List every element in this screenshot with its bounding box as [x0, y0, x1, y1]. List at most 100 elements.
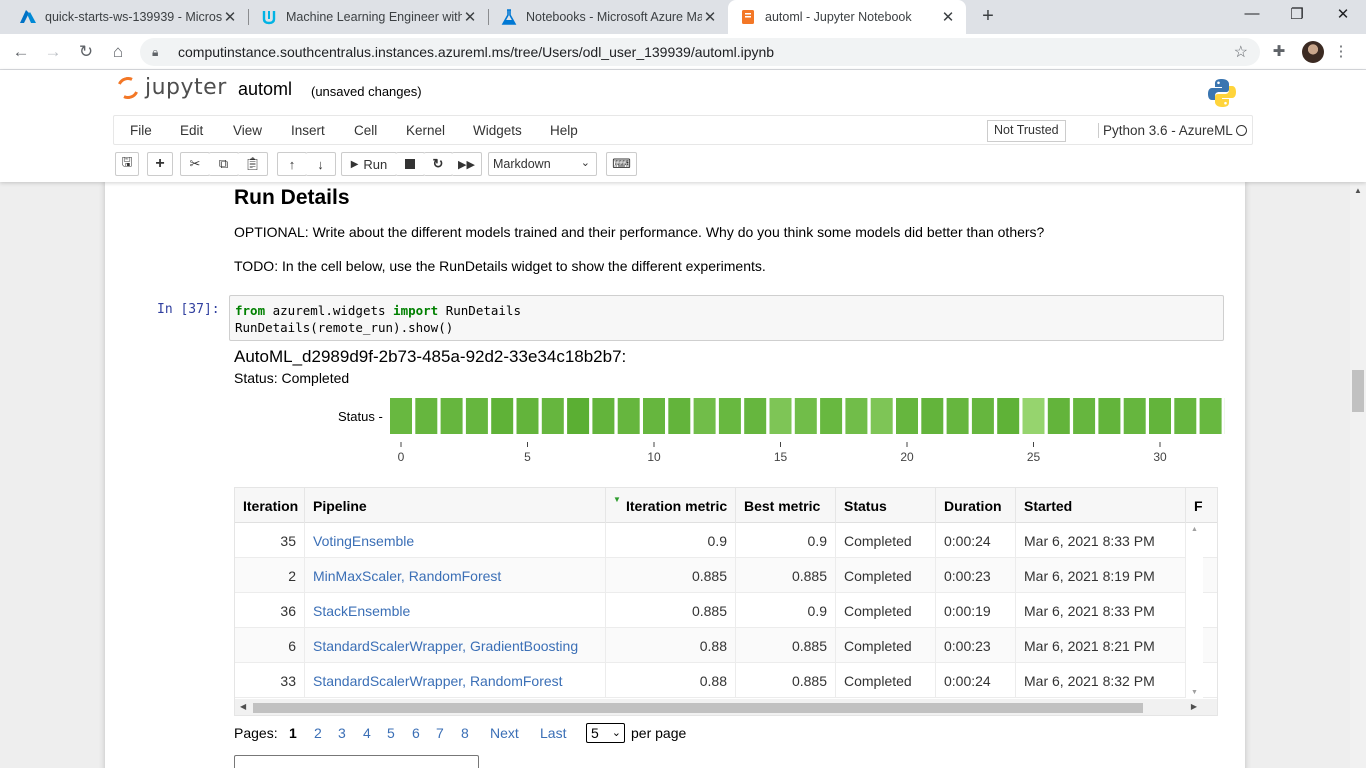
close-icon[interactable]: ✕ — [222, 8, 238, 26]
column-header-truncated[interactable]: F — [1186, 488, 1217, 523]
column-header-duration[interactable]: Duration — [936, 488, 1016, 523]
save-button[interactable]: 🖫︎ — [115, 152, 139, 176]
next-page-link[interactable]: Next — [490, 725, 519, 741]
notebook-name[interactable]: automl — [238, 79, 292, 100]
last-page-link[interactable]: Last — [540, 725, 566, 741]
status-bar[interactable] — [440, 398, 463, 434]
scroll-down-icon[interactable]: ▼ — [1191, 689, 1198, 696]
status-bar[interactable] — [390, 398, 412, 434]
column-header-iteration-metric[interactable]: ▼ Iteration metric — [606, 488, 736, 523]
move-up-button[interactable]: ↑ — [277, 152, 307, 176]
page-link-current[interactable]: 1 — [289, 725, 297, 741]
trust-indicator-button[interactable]: Not Trusted — [987, 120, 1066, 142]
new-tab-button[interactable]: + — [977, 5, 999, 27]
status-bar[interactable] — [971, 398, 994, 434]
table-row[interactable]: 36 StackEnsemble 0.885 0.9 Completed 0:00:19 M… — [235, 593, 1217, 628]
table-row[interactable]: 35 VotingEnsemble 0.9 0.9 Completed 0:00:24 Ma… — [235, 523, 1217, 558]
menu-kernel[interactable]: Kernel — [406, 123, 445, 138]
browser-tab[interactable]: quick-starts-ws-139939 - Microsoft Azure… — [8, 0, 248, 34]
page-link[interactable]: 4 — [363, 725, 371, 741]
column-header-started[interactable]: Started — [1016, 488, 1186, 523]
close-icon[interactable]: ✕ — [702, 8, 718, 26]
menu-insert[interactable]: Insert — [291, 123, 325, 138]
status-bar[interactable] — [769, 398, 792, 434]
cell-pipeline-link[interactable]: StackEnsemble — [305, 593, 606, 628]
menu-widgets[interactable]: Widgets — [473, 123, 522, 138]
close-icon[interactable]: ✕ — [940, 8, 956, 26]
home-icon[interactable]: ⌂ — [107, 41, 129, 63]
page-link[interactable]: 3 — [338, 725, 346, 741]
scrollbar-thumb[interactable] — [1352, 370, 1364, 412]
status-bar[interactable] — [592, 398, 615, 434]
status-bar[interactable] — [744, 398, 767, 434]
interrupt-button[interactable] — [396, 152, 425, 176]
table-row[interactable]: 33 StandardScalerWrapper, RandomForest 0.8… — [235, 663, 1217, 698]
page-link[interactable]: 5 — [387, 725, 395, 741]
column-header-iteration[interactable]: Iteration — [235, 488, 305, 523]
close-icon[interactable]: ✕ — [462, 8, 478, 26]
restart-button[interactable]: ↻ — [424, 152, 453, 176]
page-link[interactable]: 2 — [314, 725, 322, 741]
scrollbar-thumb[interactable] — [253, 703, 1143, 713]
code-cell[interactable]: from azureml.widgets import RunDetails R… — [229, 295, 1224, 341]
status-bar[interactable] — [718, 398, 741, 434]
status-bar[interactable] — [668, 398, 691, 434]
column-header-best-metric[interactable]: Best metric — [736, 488, 836, 523]
kernel-name[interactable]: Python 3.6 - AzureML — [1098, 123, 1233, 138]
status-bar[interactable] — [415, 398, 438, 434]
column-header-status[interactable]: Status — [836, 488, 936, 523]
status-bar[interactable] — [516, 398, 539, 434]
restart-run-all-button[interactable]: ▶▶ — [452, 152, 482, 176]
status-bar[interactable] — [643, 398, 665, 434]
status-bar[interactable] — [1174, 398, 1197, 434]
status-bar[interactable] — [1022, 398, 1045, 434]
copy-button[interactable]: ⧉ — [209, 152, 239, 176]
status-bar[interactable] — [1199, 398, 1222, 434]
status-bar[interactable] — [845, 398, 868, 434]
move-down-button[interactable]: ↓ — [306, 152, 336, 176]
url-field[interactable]: 🔒︎ computinstance.southcentralus.instanc… — [140, 38, 1260, 66]
status-bar[interactable] — [1098, 398, 1121, 434]
command-palette-button[interactable]: ⌨ — [606, 152, 637, 176]
status-bar[interactable] — [491, 398, 514, 434]
page-link[interactable]: 8 — [461, 725, 469, 741]
status-bar[interactable] — [794, 398, 817, 434]
cell-pipeline-link[interactable]: VotingEnsemble — [305, 523, 606, 558]
status-bar[interactable] — [1123, 398, 1146, 434]
status-bar[interactable] — [921, 398, 944, 434]
metric-select[interactable] — [234, 755, 479, 768]
status-bar[interactable] — [693, 398, 716, 434]
menu-view[interactable]: View — [233, 123, 262, 138]
cell-pipeline-link[interactable]: StandardScalerWrapper, RandomForest — [305, 663, 606, 698]
insert-cell-button[interactable]: + — [147, 152, 173, 176]
bookmark-star-icon[interactable]: ☆ — [1234, 42, 1248, 62]
page-vertical-scrollbar[interactable]: ▲ — [1350, 182, 1366, 768]
status-bar[interactable] — [1073, 398, 1096, 434]
cell-pipeline-link[interactable]: StandardScalerWrapper, GradientBoosting — [305, 628, 606, 663]
forward-icon[interactable]: → — [42, 41, 64, 63]
status-bar[interactable] — [870, 398, 893, 434]
run-button[interactable]: ▶ Run — [341, 152, 397, 176]
restore-icon[interactable]: ❐ — [1285, 5, 1309, 27]
menu-file[interactable]: File — [130, 123, 152, 138]
paste-button[interactable]: 📋︎ — [238, 152, 268, 176]
scroll-up-icon[interactable]: ▲ — [1354, 186, 1362, 195]
menu-edit[interactable]: Edit — [180, 123, 203, 138]
cell-type-select[interactable]: Markdown ⌄ — [488, 152, 597, 176]
status-bar[interactable] — [997, 398, 1020, 434]
status-bar[interactable] — [1047, 398, 1070, 434]
browser-tab[interactable]: Notebooks - Microsoft Azure Machine Lear… — [489, 0, 728, 34]
table-row[interactable]: 2 MinMaxScaler, RandomForest 0.885 0.885 Com… — [235, 558, 1217, 593]
cell-pipeline-link[interactable]: MinMaxScaler, RandomForest — [305, 558, 606, 593]
scroll-up-icon[interactable]: ▲ — [1191, 526, 1198, 533]
more-menu-icon[interactable]: ⋮ — [1331, 42, 1351, 62]
avatar[interactable] — [1302, 41, 1324, 63]
table-vertical-scrollbar[interactable]: ▲ ▼ — [1186, 523, 1203, 699]
minimize-icon[interactable]: — — [1240, 5, 1264, 27]
table-row[interactable]: 6 StandardScalerWrapper, GradientBoosting… — [235, 628, 1217, 663]
per-page-select[interactable]: 5 ⌄ — [586, 723, 625, 743]
table-horizontal-scrollbar[interactable]: ◀ ▶ — [235, 699, 1217, 715]
status-bar[interactable] — [896, 398, 918, 434]
extensions-puzzle-icon[interactable]: ✚ — [1269, 42, 1289, 62]
window-close-icon[interactable]: ✕ — [1331, 5, 1355, 27]
